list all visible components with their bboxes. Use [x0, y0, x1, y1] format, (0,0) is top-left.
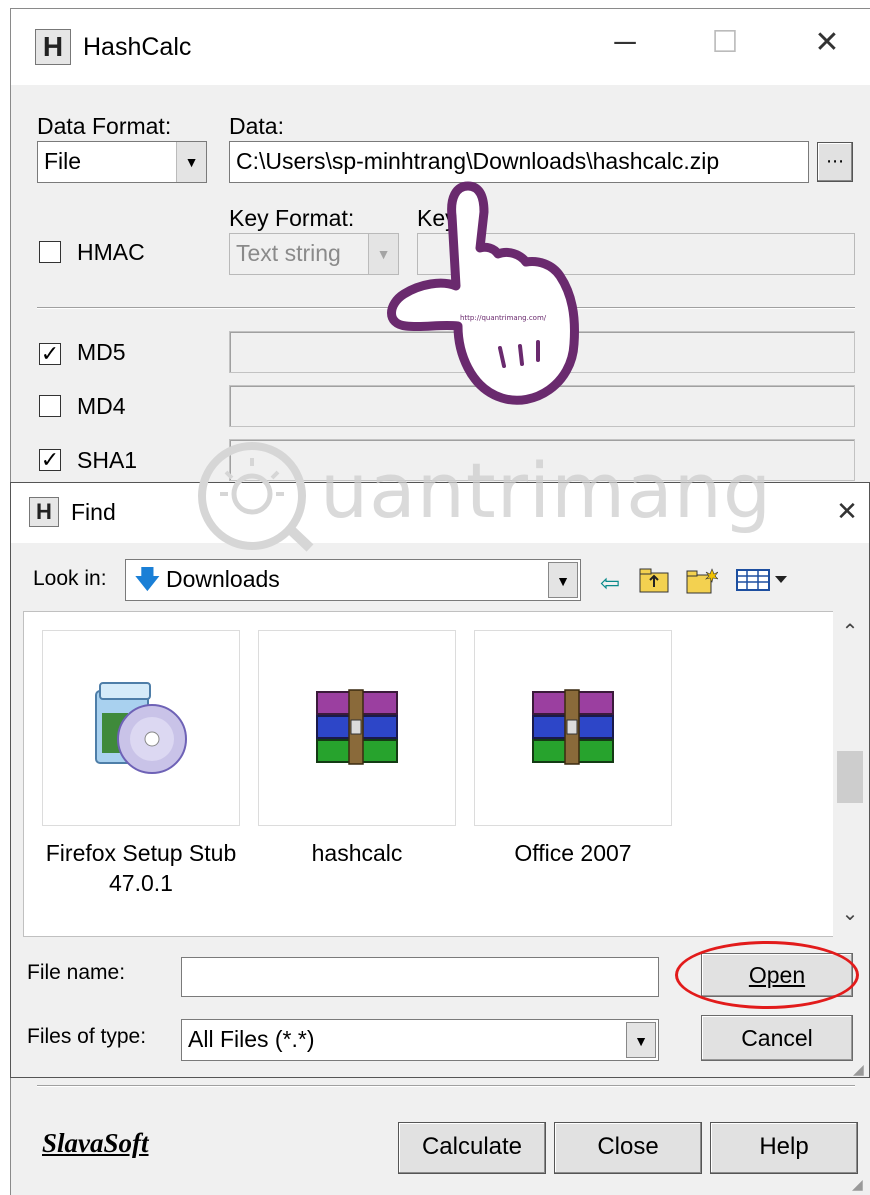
- calculate-button[interactable]: Calculate: [398, 1122, 546, 1174]
- key-format-value: Text string: [236, 240, 341, 266]
- browse-button[interactable]: ⋯: [817, 142, 853, 182]
- chevron-down-icon[interactable]: ▼: [176, 142, 206, 182]
- separator: [37, 307, 855, 309]
- chevron-down-icon[interactable]: ▼: [626, 1022, 656, 1058]
- file-item-hashcalc[interactable]: hashcalc: [258, 630, 456, 868]
- highlight-oval: [675, 941, 859, 1009]
- bottom-separator: [37, 1085, 855, 1087]
- file-name-text: Firefox Setup Stub 47.0.1: [45, 840, 237, 896]
- md4-label: MD4: [77, 393, 126, 419]
- file-name-input[interactable]: [181, 957, 659, 997]
- md5-result-field[interactable]: [229, 331, 855, 373]
- md5-checkbox[interactable]: ✓: [39, 343, 61, 365]
- data-path-input[interactable]: C:\Users\sp-minhtrang\Downloads\hashcalc…: [229, 141, 809, 183]
- files-of-type-label: Files of type:: [27, 1025, 147, 1048]
- winrar-archive-icon: [474, 630, 672, 826]
- file-item-firefox-setup[interactable]: Firefox Setup Stub 47.0.1: [42, 630, 240, 898]
- view-menu-icon[interactable]: [733, 567, 793, 601]
- back-arrow-icon[interactable]: ⇦: [593, 567, 627, 601]
- scrollbar-thumb[interactable]: [837, 751, 863, 803]
- vertical-scrollbar[interactable]: ⌃ ⌄: [833, 611, 867, 937]
- key-format-select[interactable]: Text string ▼: [229, 233, 399, 275]
- find-resize-grip-icon[interactable]: ◢: [853, 1061, 864, 1078]
- help-button[interactable]: Help: [710, 1122, 858, 1174]
- cancel-button[interactable]: Cancel: [701, 1015, 853, 1061]
- files-of-type-value: All Files (*.*): [188, 1026, 315, 1052]
- hashcalc-titlebar: H HashCalc ─ ☐ ✕: [11, 9, 870, 85]
- find-title: Find: [71, 499, 116, 525]
- file-item-office-2007[interactable]: Office 2007: [474, 630, 672, 868]
- data-format-label: Data Format:: [37, 113, 172, 139]
- find-close-button[interactable]: ✕: [827, 491, 867, 531]
- file-name-text: hashcalc: [311, 840, 403, 866]
- look-in-value: Downloads: [166, 566, 280, 592]
- md5-label: MD5: [77, 339, 126, 365]
- close-window-button[interactable]: ✕: [807, 23, 847, 63]
- data-label: Data:: [229, 113, 284, 139]
- file-list[interactable]: Firefox Setup Stub 47.0.1 hashcalc Offic…: [23, 611, 867, 937]
- winrar-archive-icon: [258, 630, 456, 826]
- file-name-label: File name:: [27, 961, 126, 984]
- minimize-button[interactable]: ─: [605, 23, 645, 63]
- close-button[interactable]: Close: [554, 1122, 702, 1174]
- resize-grip-icon[interactable]: ◢: [852, 1176, 863, 1193]
- installer-icon: [42, 630, 240, 826]
- chevron-down-icon[interactable]: ▼: [368, 234, 398, 274]
- data-format-select[interactable]: File ▼: [37, 141, 207, 183]
- sha1-checkbox[interactable]: ✓: [39, 449, 61, 471]
- find-dialog: H Find ✕ Look in: 🡇 Downloads ▼ ⇦ Firefo…: [10, 482, 870, 1078]
- look-in-label: Look in:: [33, 567, 107, 590]
- key-label: Key: [417, 205, 457, 231]
- file-name-text: Office 2007: [514, 840, 632, 866]
- sha1-result-field[interactable]: [229, 439, 855, 481]
- look-in-select[interactable]: 🡇 Downloads ▼: [125, 559, 581, 601]
- find-titlebar: H Find ✕: [11, 483, 869, 543]
- md4-result-field[interactable]: [229, 385, 855, 427]
- up-folder-icon[interactable]: [637, 567, 671, 601]
- chevron-down-icon[interactable]: ▼: [548, 562, 578, 598]
- scroll-up-icon[interactable]: ⌃: [833, 619, 867, 644]
- files-of-type-select[interactable]: All Files (*.*) ▼: [181, 1019, 659, 1061]
- window-title: HashCalc: [83, 33, 192, 61]
- hmac-label: HMAC: [77, 239, 145, 265]
- slavasoft-logo: SlavaSoft: [42, 1128, 149, 1158]
- key-input[interactable]: [417, 233, 855, 275]
- find-app-icon: H: [29, 497, 59, 527]
- hmac-checkbox[interactable]: [39, 241, 61, 263]
- data-format-value: File: [44, 148, 82, 174]
- sha1-label: SHA1: [77, 447, 138, 473]
- key-format-label: Key Format:: [229, 205, 355, 231]
- scroll-down-icon[interactable]: ⌄: [833, 901, 867, 926]
- maximize-button[interactable]: ☐: [705, 23, 745, 63]
- new-folder-icon[interactable]: [685, 567, 719, 601]
- download-arrow-icon: 🡇: [134, 564, 161, 594]
- md4-checkbox[interactable]: [39, 395, 61, 417]
- hashcalc-app-icon: H: [35, 29, 71, 65]
